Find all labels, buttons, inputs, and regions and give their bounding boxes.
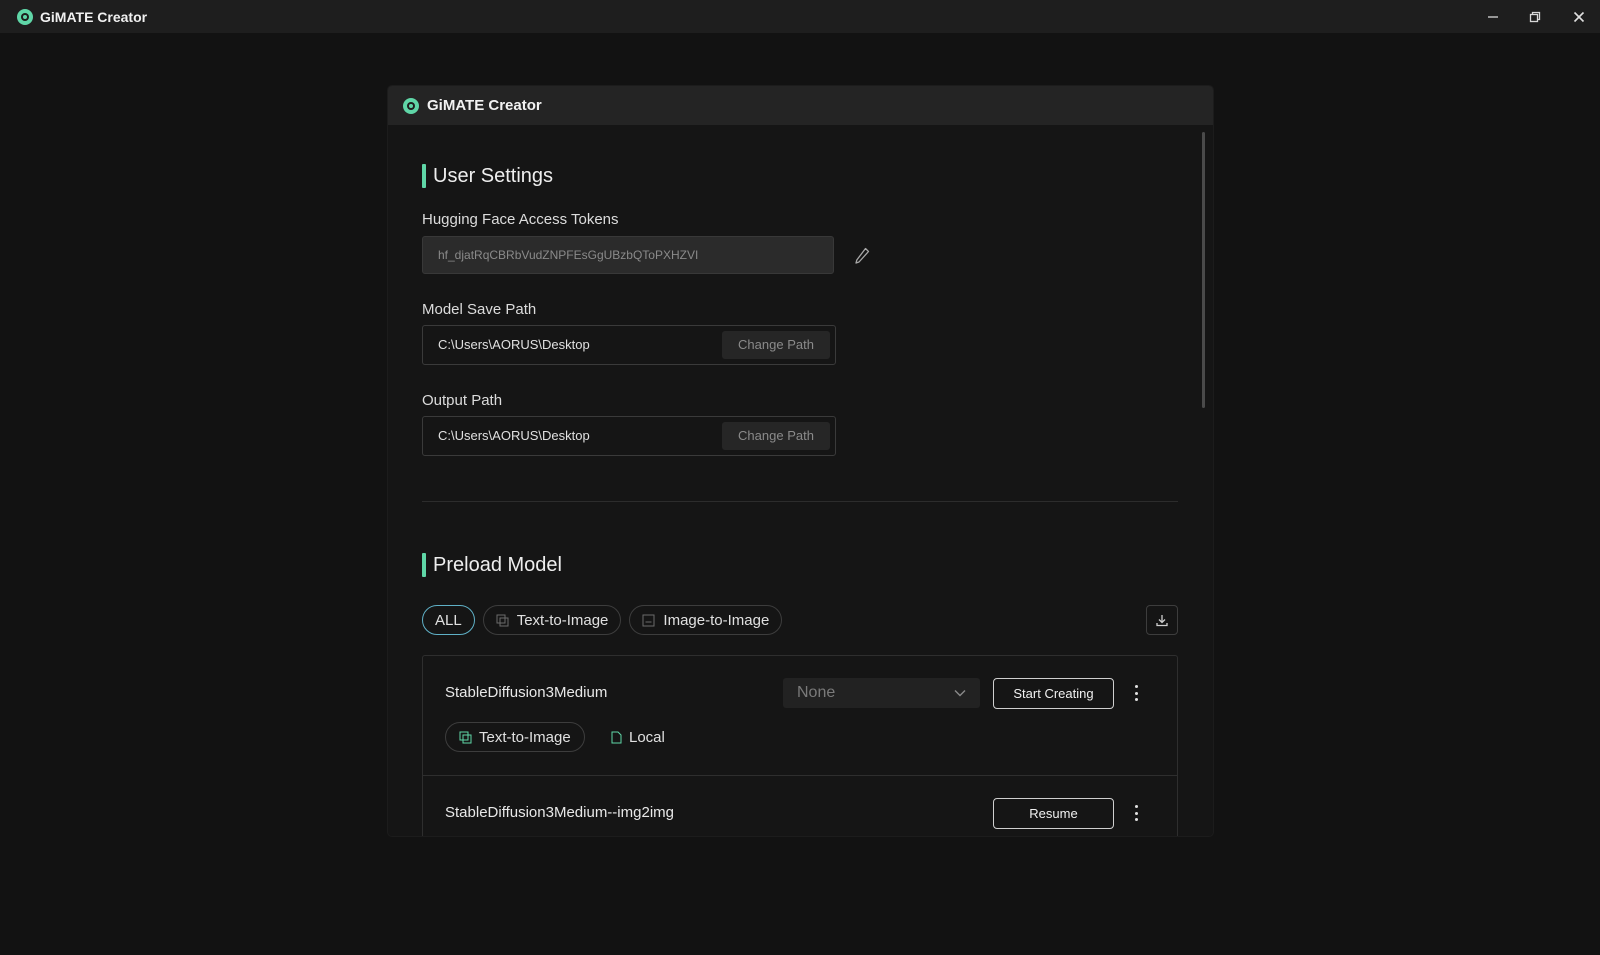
model-list: StableDiffusion3Medium None Start Creati… — [422, 655, 1178, 836]
output-path-field: C:\Users\AORUS\Desktop Change Path — [422, 416, 836, 456]
model-select-dropdown[interactable]: None — [783, 678, 980, 708]
model-row: StableDiffusion3Medium--img2img Resume — [423, 776, 1177, 836]
output-change-path-button[interactable]: Change Path — [722, 422, 830, 450]
minimize-button[interactable] — [1472, 0, 1514, 33]
text-to-image-icon — [459, 731, 472, 743]
scrollbar-thumb[interactable] — [1202, 132, 1205, 408]
model-location-tag-label: Local — [629, 728, 665, 746]
panel-header: GiMATE Creator — [388, 86, 1213, 125]
section-divider — [422, 501, 1178, 502]
model-location-tag: Local — [611, 722, 665, 752]
restore-icon — [1529, 11, 1541, 22]
start-creating-button[interactable]: Start Creating — [993, 678, 1114, 709]
model-name: StableDiffusion3Medium--img2img — [445, 804, 674, 821]
model-row: StableDiffusion3Medium None Start Creati… — [423, 656, 1177, 775]
model-type-tag: Text-to-Image — [445, 722, 585, 752]
more-options-icon[interactable] — [1129, 803, 1143, 823]
pencil-icon[interactable] — [853, 246, 871, 266]
image-to-image-icon — [642, 614, 655, 626]
model-save-path-field: C:\Users\AORUS\Desktop Change Path — [422, 325, 836, 365]
model-select-value: None — [797, 684, 836, 701]
more-options-icon[interactable] — [1129, 683, 1143, 703]
gimate-logo-icon — [403, 97, 419, 114]
user-settings-title: User Settings — [422, 164, 553, 188]
close-icon — [1573, 11, 1585, 22]
model-save-path-value: C:\Users\AORUS\Desktop — [438, 337, 590, 352]
model-save-change-path-button[interactable]: Change Path — [722, 331, 830, 359]
output-path-label: Output Path — [422, 392, 503, 409]
model-type-tag-label: Text-to-Image — [479, 728, 571, 746]
filter-text-to-image-label: Text-to-Image — [516, 611, 609, 629]
output-path-value: C:\Users\AORUS\Desktop — [438, 428, 590, 443]
token-label: Hugging Face Access Tokens — [422, 211, 619, 228]
download-button[interactable] — [1146, 605, 1178, 635]
filter-chips: ALL Text-to-Image Image-to-Image — [422, 605, 783, 635]
window-titlebar: GiMATE Creator — [0, 0, 1600, 33]
token-input[interactable] — [422, 236, 834, 274]
gimate-logo-icon — [17, 8, 33, 25]
close-button[interactable] — [1558, 0, 1600, 33]
window-title: GiMATE Creator — [40, 8, 148, 25]
text-to-image-icon — [496, 614, 509, 626]
file-icon — [611, 731, 622, 743]
panel-title: GiMATE Creator — [427, 97, 542, 114]
resume-button[interactable]: Resume — [993, 798, 1114, 829]
preload-model-title: Preload Model — [422, 553, 562, 577]
chevron-down-icon — [954, 690, 966, 697]
filter-image-to-image-label: Image-to-Image — [663, 611, 770, 629]
settings-panel: GiMATE Creator User Settings Hugging Fac… — [388, 86, 1213, 836]
filter-image-to-image[interactable]: Image-to-Image — [629, 605, 783, 635]
model-save-path-label: Model Save Path — [422, 301, 537, 318]
filter-text-to-image[interactable]: Text-to-Image — [482, 605, 622, 635]
minimize-icon — [1488, 15, 1498, 18]
filter-all-label: ALL — [435, 611, 462, 629]
restore-button[interactable] — [1514, 0, 1556, 33]
model-name: StableDiffusion3Medium — [445, 684, 608, 701]
filter-all[interactable]: ALL — [422, 605, 475, 635]
download-icon — [1156, 615, 1168, 627]
